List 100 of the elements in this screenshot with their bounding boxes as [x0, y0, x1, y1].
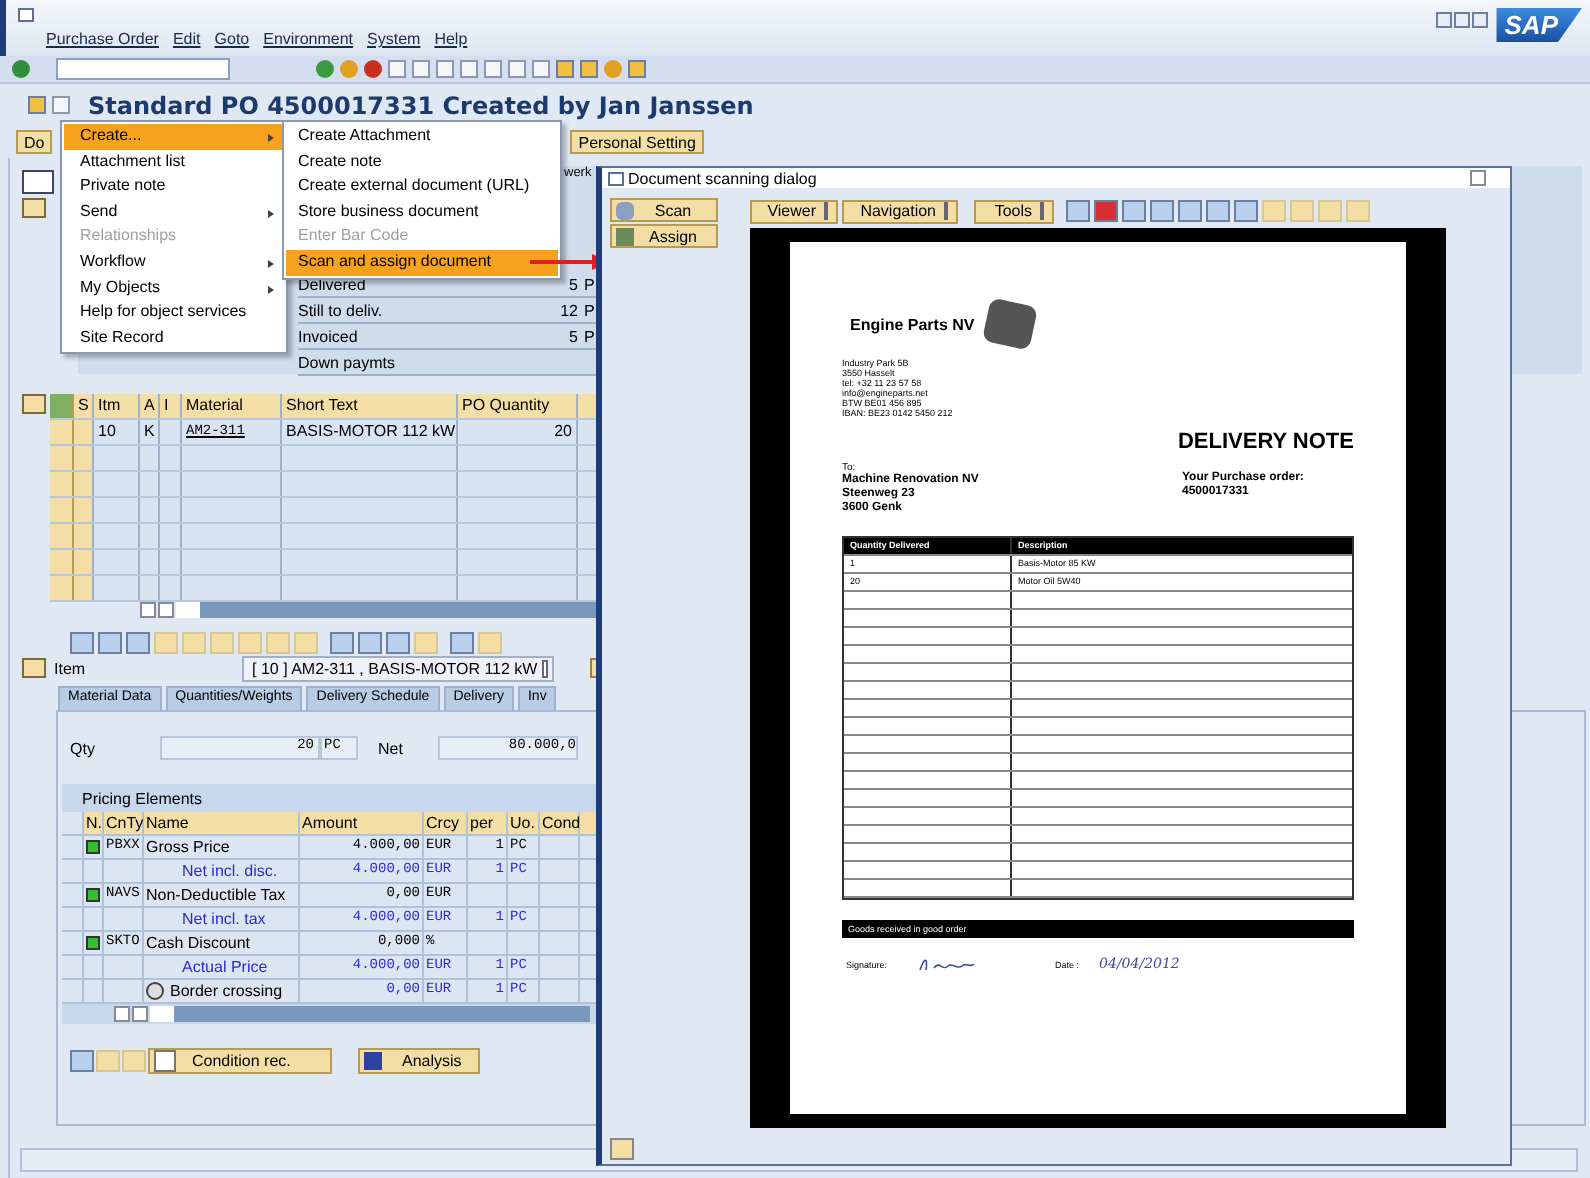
status-value: 5 [567, 327, 578, 345]
column-header[interactable]: I [160, 394, 182, 418]
dialog-title: Document scanning dialog [628, 169, 819, 187]
menu-item[interactable]: Create note [286, 149, 558, 175]
collapse-icon[interactable] [22, 394, 46, 414]
status-cell [74, 446, 94, 470]
scrollbar[interactable] [150, 1006, 590, 1022]
column-header[interactable]: Name [144, 812, 300, 834]
status-unit: P [584, 301, 595, 319]
sap-logo: SAP [1496, 8, 1582, 42]
document-heading: DELIVERY NOTE [1177, 430, 1354, 454]
command-field[interactable] [56, 58, 230, 80]
status-cell [74, 524, 94, 548]
collapse-icon[interactable] [22, 658, 46, 678]
menu-item[interactable]: Create Attachment [286, 124, 558, 150]
status-unit: P [584, 275, 595, 293]
subtotal-name: Actual Price [182, 956, 268, 978]
menu-item[interactable]: Help [434, 30, 468, 48]
menu-button[interactable]: Viewer [750, 199, 838, 223]
column-header[interactable]: Material [182, 394, 282, 418]
toolbar-button[interactable]: Analysis [358, 1048, 480, 1074]
menu-button[interactable]: Navigation [842, 199, 958, 223]
status-label: Still to deliv. [298, 301, 385, 319]
menu-item[interactable]: Scan and assign document [286, 249, 558, 276]
scroll-left-icon[interactable] [140, 602, 156, 618]
menu-item[interactable]: Site Record [64, 325, 284, 351]
condition-name: Non-Deductible Tax [146, 884, 286, 906]
column-header[interactable]: per [468, 812, 508, 834]
row-selector[interactable] [50, 498, 74, 522]
menu-item[interactable]: Send [64, 199, 284, 225]
scroll-right-icon[interactable] [132, 1006, 148, 1022]
table-cell: K [140, 420, 160, 444]
menu-item[interactable]: Environment [263, 30, 354, 48]
menu-item[interactable]: Attachment list [64, 149, 284, 175]
table-cell: BASIS-MOTOR 112 kW [282, 420, 458, 444]
column-header[interactable]: Cond [540, 812, 580, 834]
select-all-corner[interactable] [62, 812, 84, 834]
window-title: Standard PO 4500017331 Created by Jan Janssen [88, 91, 754, 119]
window-menu-icon[interactable] [608, 171, 624, 185]
menu-item[interactable]: My Objects [64, 275, 284, 301]
row-selector[interactable] [50, 524, 74, 548]
scroll-left-icon[interactable] [114, 1006, 130, 1022]
menu-item[interactable]: Store business document [286, 199, 558, 225]
field-label: Net [378, 739, 405, 757]
column-header[interactable]: Crcy [424, 812, 468, 834]
row-selector[interactable] [50, 472, 74, 496]
subtotal-name: Net incl. tax [182, 908, 266, 930]
condition-name: Gross Price [146, 836, 230, 858]
table-cell: 20 [458, 420, 578, 444]
window-menu-icon[interactable] [18, 8, 34, 22]
status-label: Invoiced [298, 327, 360, 345]
column-header[interactable]: Uo. [508, 812, 540, 834]
menu-button[interactable]: Tools [974, 199, 1054, 223]
status-cell [74, 472, 94, 496]
column-header[interactable]: Itm [94, 394, 140, 418]
menu-item[interactable]: Help for object services [64, 300, 284, 326]
condition-name: Border crossing [170, 980, 283, 1002]
status-label: Down paymts [298, 353, 397, 371]
status-unit: P [584, 327, 595, 345]
status-cell [74, 576, 94, 600]
menu-item[interactable]: Create... [64, 124, 284, 150]
menu-item[interactable]: System [367, 30, 421, 48]
field-label: Item [54, 659, 88, 677]
row-selector[interactable] [50, 446, 74, 470]
column-header[interactable]: N. [84, 812, 104, 834]
header-button[interactable]: Do [16, 130, 53, 154]
column-header[interactable]: A [140, 394, 160, 418]
menu-item[interactable]: Edit [172, 30, 201, 48]
row-selector[interactable] [50, 576, 74, 600]
header-button[interactable]: Personal Setting [570, 130, 704, 154]
condition-name: Cash Discount [146, 932, 251, 954]
column-header[interactable]: CnTy [104, 812, 144, 834]
dialog-button[interactable]: Scan [610, 198, 718, 222]
status-cell [74, 498, 94, 522]
column-header[interactable]: Amount [300, 812, 424, 834]
column-header[interactable]: Short Text [282, 394, 458, 418]
column-header[interactable]: PO Quantity [458, 394, 578, 418]
subtotal-name: Net incl. disc. [182, 860, 278, 882]
row-selector[interactable] [50, 550, 74, 574]
menu-item[interactable]: Workflow [64, 249, 284, 276]
menu-item[interactable]: Purchase Order [46, 30, 159, 48]
table-cell: 10 [94, 420, 140, 444]
item-dropdown[interactable]: [ 10 ] AM2-311 , BASIS-MOTOR 112 kW [242, 655, 554, 681]
section-title: Pricing Elements [80, 788, 205, 812]
handwritten-signature-drawing [915, 954, 976, 974]
company-name: Engine Parts NV [850, 315, 975, 333]
menu-item[interactable]: Create external document (URL) [286, 174, 558, 200]
column-header[interactable]: S [74, 394, 94, 418]
field-label: Qty [70, 739, 97, 757]
menu-item[interactable]: Private note [64, 174, 284, 200]
collapse-icon[interactable] [22, 198, 46, 218]
toolbar-button[interactable]: Condition rec. [148, 1048, 332, 1074]
status-value: 12 [558, 301, 578, 319]
status-cell [74, 550, 94, 574]
menu-item[interactable]: Goto [214, 30, 250, 48]
status-label: Delivered [298, 275, 368, 293]
scroll-right-icon[interactable] [158, 602, 174, 618]
row-selector[interactable] [50, 420, 74, 444]
status-value: 5 [567, 275, 578, 293]
dialog-button[interactable]: Assign [610, 224, 718, 248]
